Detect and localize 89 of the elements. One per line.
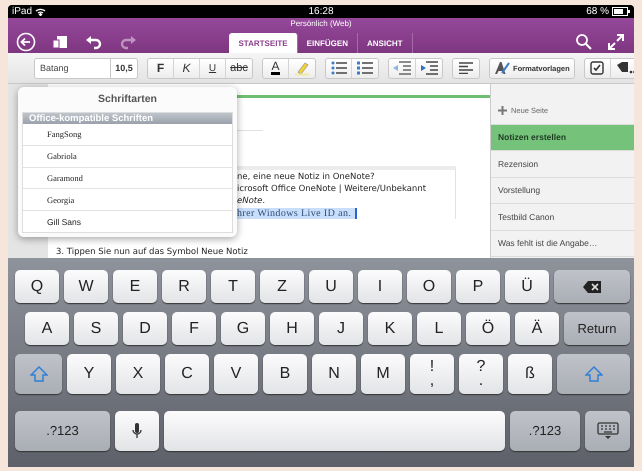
indent-icon [420,61,438,75]
device-name: iPad [12,6,32,17]
key[interactable]: ? . [459,354,503,394]
keyboard-icon [596,422,618,440]
font-option[interactable]: Georgia [23,189,232,212]
key[interactable]: W [64,270,108,303]
page-item[interactable]: Was fehlt ist die Angabe… [491,230,634,257]
section-header: Office-kompatible Schriften [23,113,232,124]
font-option[interactable]: Garamond [23,168,232,190]
key[interactable]: J [319,312,363,345]
key[interactable]: Ö [466,312,510,345]
key[interactable]: K [368,312,412,345]
notebook-title: Persönlich (Web) [289,18,353,30]
font-option[interactable]: Gill Sans [23,211,232,232]
key[interactable]: D [123,312,167,345]
page-item[interactable]: Rezension [491,151,634,178]
plus-icon [498,106,507,116]
return-key[interactable]: Return [564,312,630,345]
key[interactable]: Z [260,270,304,303]
key[interactable]: M [361,354,405,394]
strikethrough-button[interactable]: abc [226,58,252,78]
brush-icon [494,61,510,75]
bold-button[interactable]: F [148,58,174,78]
note-text: 3. Tippen Sie nun auf das Symbol Neue Notiz [56,247,248,257]
key[interactable]: ß [508,354,552,394]
back-button[interactable] [16,32,36,52]
key[interactable]: Ä [515,312,559,345]
font-option[interactable]: FangSong [23,124,232,146]
key[interactable]: C [165,354,209,394]
note-text: eNote. [237,196,266,206]
back-icon [16,32,36,52]
shift-icon [584,366,602,382]
clock: 16:28 [308,6,334,17]
selected-text: hrer Windows Live ID an. [237,208,358,219]
key[interactable]: ! , [410,354,454,394]
italic-button[interactable]: K [174,58,200,78]
wifi-icon [35,7,46,16]
search-button[interactable] [574,32,594,52]
highlighter-icon [294,60,310,76]
battery-level: 68 % [586,6,609,17]
key[interactable]: X [116,354,160,394]
key[interactable]: N [312,354,356,394]
key[interactable]: O [407,270,451,303]
dictation-key[interactable] [115,411,159,451]
key[interactable]: T [211,270,255,303]
popover-title: Schriftarten [97,92,158,107]
backspace-icon [582,280,602,294]
battery-icon [612,7,630,16]
bullet-list-icon [330,61,346,75]
tag-icon [614,61,634,75]
font-name-field[interactable]: Batang [34,58,110,78]
note-text: icrosoft Office OneNote | Weitere/Unbekannt [237,184,426,194]
microphone-icon [132,423,142,439]
key[interactable]: B [263,354,307,394]
font-size-field[interactable]: 10,5 [110,58,138,78]
numbered-list-icon [357,61,373,75]
page-item[interactable]: Vorstellung [491,178,634,204]
checkbox-icon [590,61,604,75]
key[interactable]: P [456,270,500,303]
key[interactable]: Q [15,270,59,303]
expand-icon [606,32,626,52]
numbers-key[interactable]: .?123 [510,411,580,451]
ribbon-tab[interactable]: STARTSEITE [229,33,298,53]
page-item[interactable]: Testbild Canon [491,204,634,230]
key[interactable]: Y [67,354,111,394]
key[interactable]: H [270,312,314,345]
outdent-icon [393,61,411,75]
key[interactable]: R [162,270,206,303]
font-option[interactable]: Gabriola [23,146,232,168]
search-icon [574,32,594,52]
shift-icon [30,366,48,382]
page-item[interactable]: Notizen erstellen [491,124,634,151]
note-text: ne, eine neue Notiz in OneNote? [237,172,375,182]
key[interactable]: I [358,270,402,303]
expand-button[interactable] [606,32,626,52]
key[interactable]: G [221,312,265,345]
key[interactable]: V [214,354,258,394]
key[interactable]: U [309,270,353,303]
key[interactable]: A [25,312,69,345]
backspace-key[interactable] [554,270,630,303]
key[interactable]: Ü [505,270,549,303]
key[interactable]: F [172,312,216,345]
align-left-icon [459,62,473,74]
underline-button[interactable]: U [200,58,226,78]
numbers-key[interactable]: .?123 [15,411,110,451]
hide-keyboard-key[interactable] [585,411,630,451]
key[interactable]: L [417,312,461,345]
key[interactable]: S [74,312,118,345]
key[interactable]: E [113,270,157,303]
